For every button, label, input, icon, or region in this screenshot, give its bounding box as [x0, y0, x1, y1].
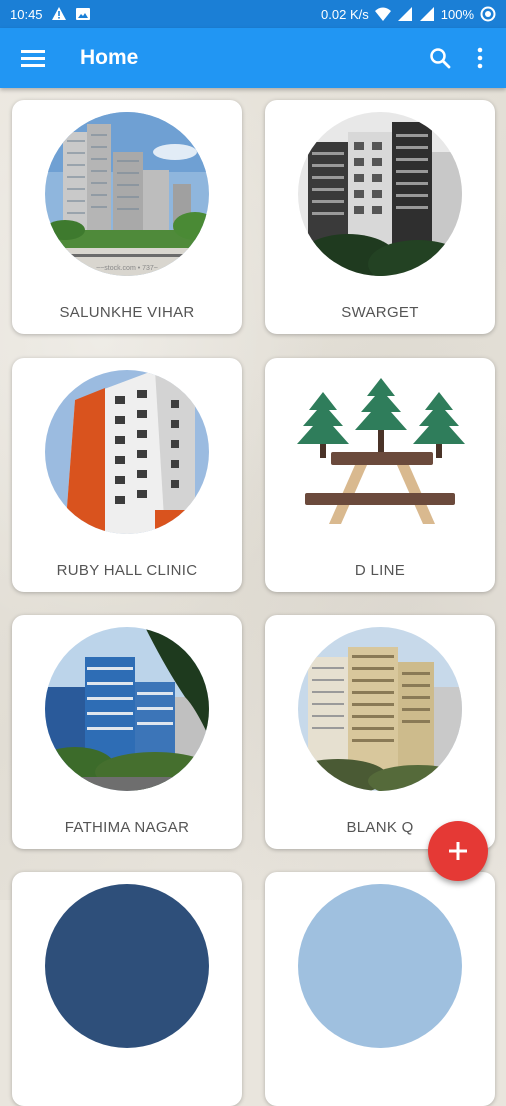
menu-button[interactable]	[18, 43, 48, 73]
more-vert-icon	[477, 47, 483, 69]
building-image	[298, 627, 462, 791]
building-image	[45, 627, 209, 791]
card-swarget[interactable]: SWARGET	[265, 100, 495, 334]
building-image	[298, 112, 462, 276]
building-image	[45, 370, 209, 534]
page-title: Home	[80, 46, 139, 69]
card-label: D LINE	[354, 562, 406, 579]
card-label: RUBY HALL CLINIC	[56, 562, 198, 579]
search-icon	[430, 48, 451, 69]
image-icon	[75, 8, 90, 20]
card-d-line[interactable]: D LINE	[265, 358, 495, 592]
add-button[interactable]	[428, 821, 488, 881]
card-fathima-nagar[interactable]: FATHIMA NAGAR	[12, 615, 242, 849]
card-label: FATHIMA NAGAR	[64, 819, 190, 836]
wifi-icon	[374, 7, 391, 21]
building-thumbnail	[298, 884, 462, 1048]
network-speed: 0.02 K/s	[321, 6, 369, 22]
building-thumbnail	[45, 370, 209, 534]
battery-percent: 100%	[440, 6, 474, 22]
building-thumbnail	[298, 627, 462, 791]
building-thumbnail	[45, 884, 209, 1048]
search-button[interactable]	[420, 38, 460, 78]
status-bar: 10:45 0.02 K/s 100%	[0, 0, 506, 28]
card-partial[interactable]	[12, 872, 242, 1106]
battery-icon	[480, 6, 496, 22]
card-label: SALUNKHE VIHAR	[59, 304, 195, 321]
card-salunkhe-vihar[interactable]: ~~stock.com • 737~ SALUNKHE VIHAR	[12, 100, 242, 334]
card-ruby-hall-clinic[interactable]: RUBY HALL CLINIC	[12, 358, 242, 592]
card-partial[interactable]	[265, 872, 495, 1106]
building-thumbnail	[298, 112, 462, 276]
menu-icon	[21, 50, 45, 67]
more-options-button[interactable]	[460, 38, 500, 78]
signal-icon	[397, 7, 412, 21]
picnic-park-icon	[297, 378, 465, 524]
app-bar: Home	[0, 28, 506, 88]
card-blank-q[interactable]: BLANK Q	[265, 615, 495, 849]
watermark-caption: ~~stock.com • 737~	[96, 265, 158, 272]
building-thumbnail: ~~stock.com • 737~	[45, 112, 209, 276]
signal-icon-2	[419, 7, 434, 21]
card-label: SWARGET	[341, 304, 419, 321]
status-time: 10:45	[10, 6, 43, 22]
building-thumbnail	[45, 627, 209, 791]
add-icon	[449, 842, 467, 860]
warning-icon	[51, 7, 66, 20]
building-image: ~~stock.com • 737~	[45, 112, 209, 276]
